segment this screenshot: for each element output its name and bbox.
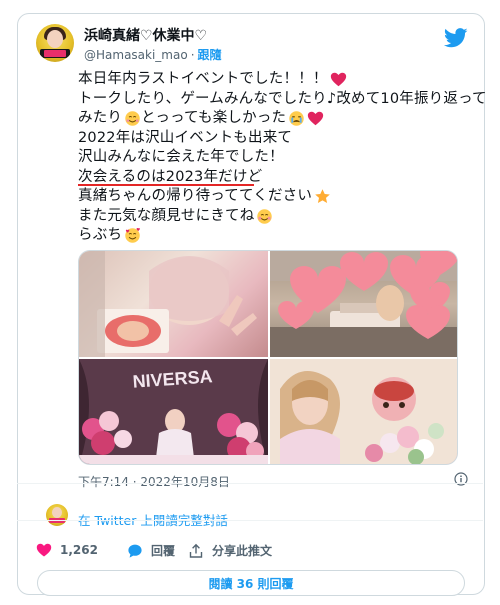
photo-4[interactable] bbox=[270, 359, 457, 464]
photo-grid: NIVERSA bbox=[78, 250, 458, 465]
share-label: 分享此推文 bbox=[212, 544, 273, 558]
tweet-embed-card: 浜崎真緒♡休業中♡ @Hamasaki_mao · 跟隨 本日年内ラストイベントでし… bbox=[17, 13, 487, 596]
highlight-underline bbox=[78, 184, 254, 186]
author-display-name[interactable]: 浜崎真緒♡休業中♡ bbox=[84, 25, 207, 45]
tweet-line: 沢山みんなに会えた年でした！ bbox=[78, 149, 284, 165]
tweet-line: 本日年内ラストイベントでした！！！ bbox=[78, 70, 478, 90]
red-heart-emoji-icon bbox=[308, 111, 324, 126]
author-handle[interactable]: @Hamasaki_mao bbox=[84, 48, 188, 62]
author-handle-line: @Hamasaki_mao · 跟隨 bbox=[84, 46, 222, 63]
like-count: 1,262 bbox=[60, 543, 98, 557]
crying-face-emoji-icon bbox=[289, 111, 304, 126]
tweet-header: 浜崎真緒♡休業中♡ @Hamasaki_mao · 跟隨 bbox=[36, 24, 468, 68]
conversation-avatar bbox=[46, 504, 68, 526]
reply-button[interactable]: 回覆 bbox=[127, 542, 175, 559]
tweet-line: 2022年は沢山イベントも出来て bbox=[78, 129, 293, 146]
twitter-bird-icon[interactable] bbox=[444, 28, 468, 48]
tweet-line: また元気な顔見せにきてね bbox=[78, 207, 478, 227]
smiling-face-with-hearts-emoji-icon bbox=[125, 228, 141, 243]
divider bbox=[17, 483, 483, 484]
reply-bubble-icon bbox=[128, 544, 142, 558]
star-emoji-icon bbox=[315, 189, 330, 204]
tweet-actions: 1,262 回覆 分享此推文 bbox=[36, 542, 466, 562]
separator-dot: · bbox=[190, 48, 195, 62]
heart-icon bbox=[36, 543, 52, 557]
photo-3[interactable]: NIVERSA bbox=[79, 359, 268, 464]
tweet-line: トークしたり、ゲームみんなでしたり♪改めて10年振り返って bbox=[78, 90, 487, 107]
follow-link[interactable]: 跟隨 bbox=[198, 48, 222, 62]
photo-1[interactable] bbox=[79, 251, 268, 357]
reply-label: 回覆 bbox=[151, 544, 176, 558]
author-avatar[interactable] bbox=[36, 24, 74, 62]
smiling-face-emoji-icon bbox=[257, 209, 273, 224]
share-upload-icon bbox=[189, 543, 203, 558]
red-heart-emoji-icon bbox=[330, 72, 346, 87]
tweet-timestamp[interactable]: 下午7:14 · 2022年10月8日 bbox=[78, 473, 230, 490]
tweet-line: らぶち bbox=[78, 226, 478, 246]
tweet-line: みたり とっっても楽しかった bbox=[78, 109, 478, 129]
tweet-line: 真緒ちゃんの帰り待っててください bbox=[78, 187, 478, 207]
photo-2[interactable] bbox=[270, 251, 457, 357]
like-button[interactable]: 1,262 bbox=[36, 542, 98, 558]
tweet-body: 本日年内ラストイベントでした！！！ トークしたり、ゲームみんなでしたり♪改めて1… bbox=[78, 70, 487, 246]
read-replies-button[interactable]: 閱讀 36 則回覆 bbox=[37, 570, 465, 596]
divider bbox=[17, 520, 483, 521]
smiling-face-with-hearts-emoji-icon bbox=[125, 111, 140, 126]
share-button[interactable]: 分享此推文 bbox=[188, 542, 272, 559]
